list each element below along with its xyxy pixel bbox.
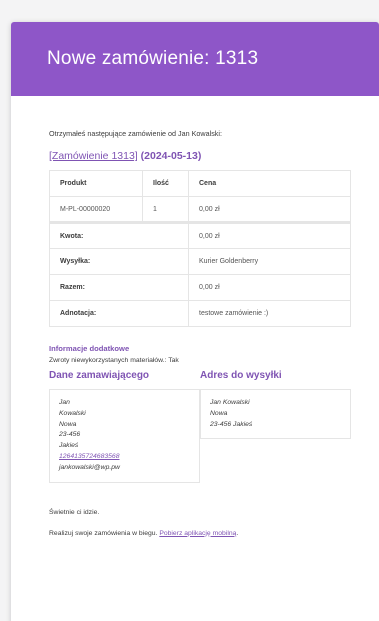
col-header-qty: Ilość xyxy=(142,170,189,197)
footer-message: Świetnie ci idzie. xyxy=(49,508,100,516)
shipping-column: Adres do wysyłki Jan Kowalski Nowa 23-45… xyxy=(200,370,351,483)
total-value: testowe zamówienie :) xyxy=(188,300,351,327)
shipping-address: Jan Kowalski Nowa 23-456 Jakieś xyxy=(200,389,351,440)
cell-price: 0,00 zł xyxy=(188,196,351,223)
email-header: Nowe zamówienie: 1313 xyxy=(11,22,379,96)
order-items-table: Produkt Ilość Cena M-PL-00000020 1 0,00 … xyxy=(49,170,351,327)
order-heading: [Zamówienie 1313] (2024-05-13) xyxy=(49,150,351,162)
billing-address: Jan Kowalski Nowa 23-456 Jakieś 12641357… xyxy=(49,389,200,483)
email-content: Otrzymałeś następujące zamówienie od Jan… xyxy=(11,129,379,537)
shipping-line: Nowa xyxy=(210,409,228,417)
billing-line: Kowalski xyxy=(59,409,86,417)
intro-text: Otrzymałeś następujące zamówienie od Jan… xyxy=(49,129,222,138)
total-label: Razem: xyxy=(49,274,189,301)
totals-row-shipping: Wysyłka: Kurier Goldenberry xyxy=(49,248,351,275)
shipping-line: 23-456 Jakieś xyxy=(210,420,253,428)
billing-line: Nowa xyxy=(59,420,77,428)
total-label: Adnotacja: xyxy=(49,300,189,327)
extra-info-title: Informacje dodatkowe xyxy=(49,344,130,353)
total-label: Kwota: xyxy=(49,221,189,249)
table-header-row: Produkt Ilość Cena xyxy=(49,170,351,197)
billing-title: Dane zamawiającego xyxy=(49,370,150,381)
billing-column: Dane zamawiającego Jan Kowalski Nowa 23-… xyxy=(49,370,200,483)
addresses-section: Dane zamawiającego Jan Kowalski Nowa 23-… xyxy=(49,370,351,483)
shipping-title: Adres do wysyłki xyxy=(200,370,282,381)
order-date: (2024-05-13) xyxy=(140,150,202,162)
totals-row-subtotal: Kwota: 0,00 zł xyxy=(49,221,351,249)
total-label: Wysyłka: xyxy=(49,248,189,275)
promo-text: Realizuj swoje zamówienia w biegu. xyxy=(49,529,160,537)
shipping-line: Jan Kowalski xyxy=(210,399,250,406)
billing-line: Jan xyxy=(59,399,70,406)
totals-row-note: Adnotacja: testowe zamówienie :) xyxy=(49,300,351,327)
email-title: Nowe zamówienie: 1313 xyxy=(47,48,259,69)
order-link[interactable]: [Zamówienie 1313] xyxy=(49,150,138,162)
mobile-app-link[interactable]: Pobierz aplikację mobilną xyxy=(159,530,236,537)
billing-line: 23-456 xyxy=(59,431,81,439)
col-header-product: Produkt xyxy=(49,170,143,197)
promo-suffix: . xyxy=(236,529,239,537)
col-header-price: Cena xyxy=(188,170,351,197)
email-card: Nowe zamówienie: 1313 Otrzymałeś następu… xyxy=(11,22,379,621)
footer-app-promo: Realizuj swoje zamówienia w biegu. Pobie… xyxy=(49,530,351,537)
billing-email: jankowalski@wp.pw xyxy=(59,463,120,471)
total-value: Kurier Goldenberry xyxy=(188,248,351,275)
billing-line: Jakieś xyxy=(59,442,79,450)
billing-phone-link[interactable]: 1264135724683568 xyxy=(59,453,119,460)
cell-qty: 1 xyxy=(142,196,189,223)
total-value: 0,00 zł xyxy=(188,221,351,249)
table-row: M-PL-00000020 1 0,00 zł xyxy=(49,196,351,223)
totals-row-total: Razem: 0,00 zł xyxy=(49,274,351,301)
cell-product: M-PL-00000020 xyxy=(49,196,143,223)
total-value: 0,00 zł xyxy=(188,274,351,301)
extra-info-line: Zwroty niewykorzystanych materiałów.: Ta… xyxy=(49,357,179,364)
